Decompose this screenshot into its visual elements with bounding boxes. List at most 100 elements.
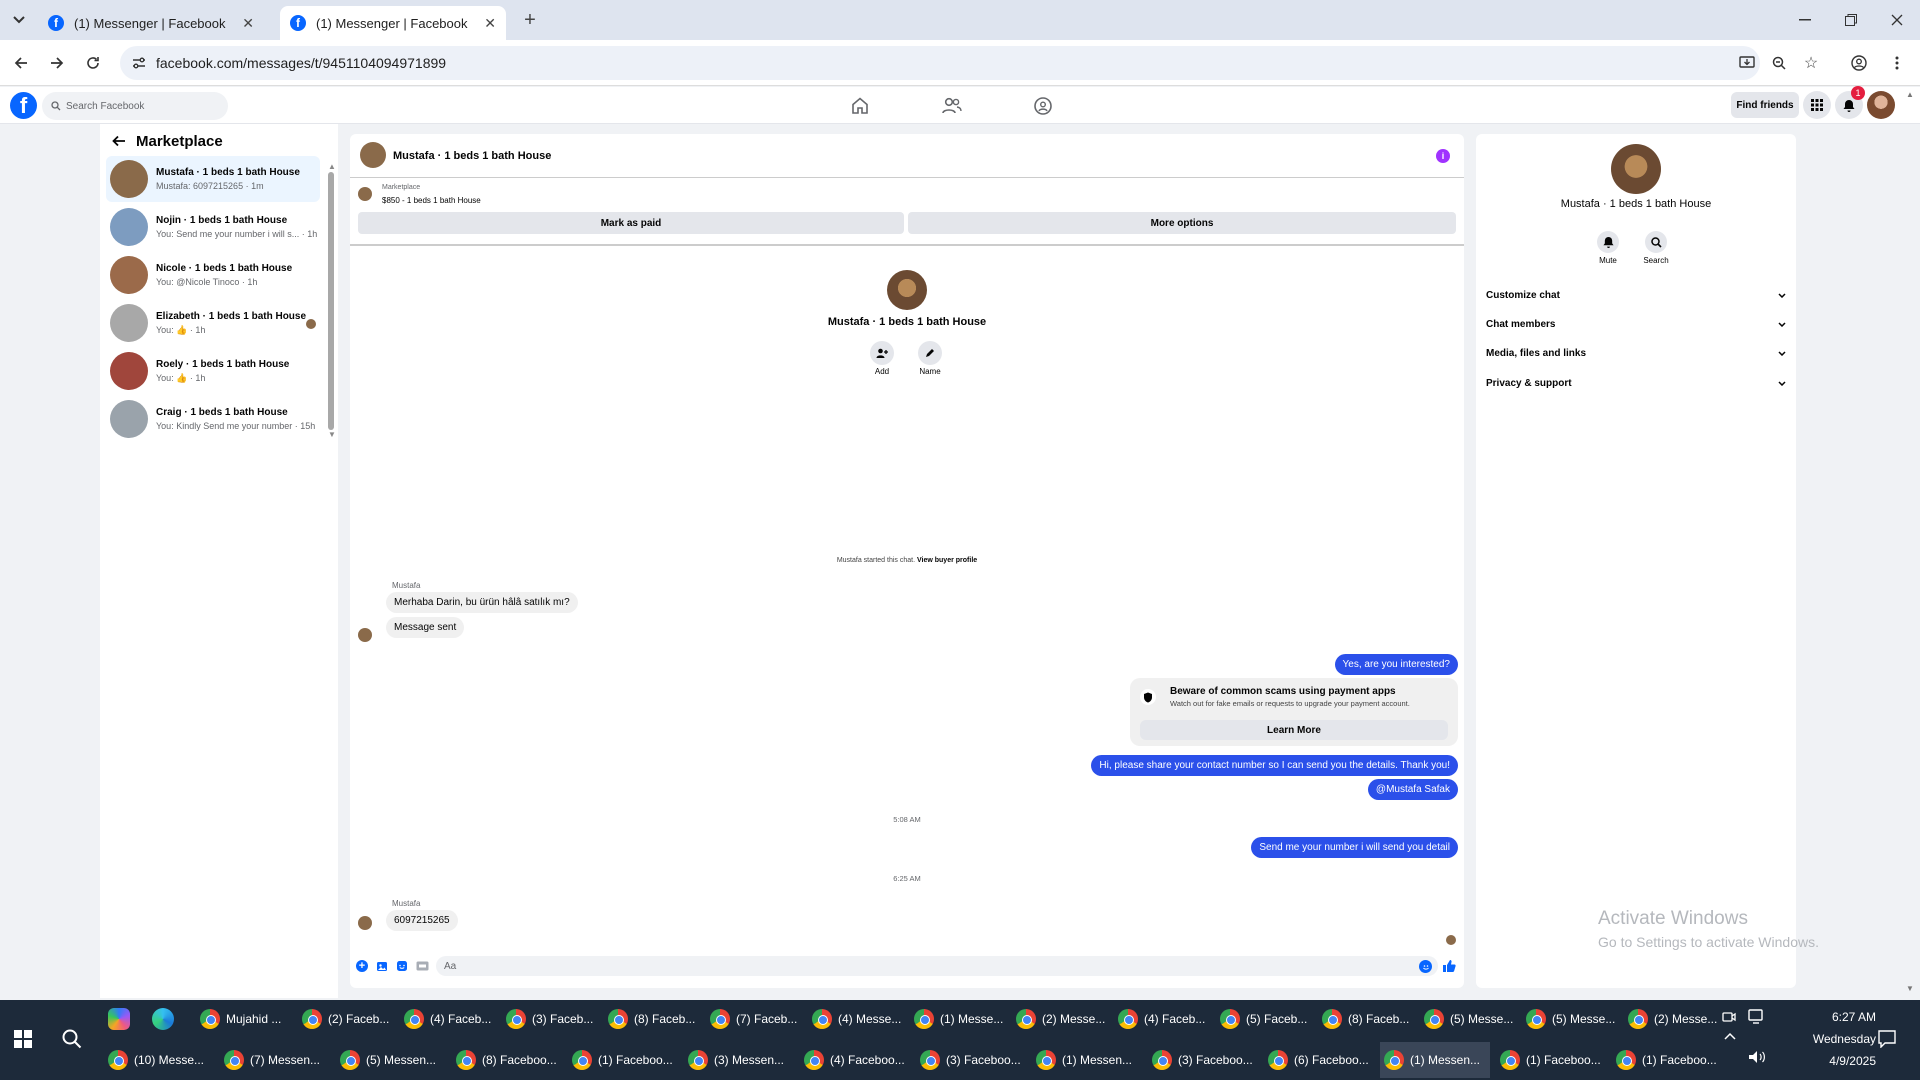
conversation-item-nicole[interactable]: Nicole · 1 beds 1 bath House You: @Nicole… — [106, 252, 320, 298]
profile-icon[interactable] — [1848, 52, 1870, 74]
learn-more-button[interactable]: Learn More — [1140, 720, 1448, 740]
taskbar-window-button[interactable]: (2) Messe... — [1012, 1001, 1108, 1037]
copilot-icon[interactable] — [108, 1008, 130, 1030]
page-scroll-down-icon[interactable]: ▼ — [1906, 984, 1914, 993]
bookmark-star-icon[interactable]: ☆ — [1800, 52, 1822, 74]
add-person-icon[interactable] — [870, 341, 894, 365]
emoji-icon[interactable] — [1419, 960, 1432, 973]
facebook-search-input[interactable]: Search Facebook — [42, 92, 228, 120]
conversation-item-mustafa[interactable]: Mustafa · 1 beds 1 bath House Mustafa: 60… — [106, 156, 320, 202]
image-attach-icon[interactable] — [376, 960, 388, 972]
account-avatar[interactable] — [1867, 91, 1895, 119]
tray-chevron-up-icon[interactable] — [1724, 1032, 1736, 1040]
chat-header-avatar[interactable] — [360, 142, 386, 168]
incoming-message[interactable]: 6097215265 — [386, 910, 458, 931]
chat-header-title[interactable]: Mustafa · 1 beds 1 bath House — [393, 150, 551, 162]
taskbar-window-button[interactable]: (4) Faceb... — [400, 1001, 496, 1037]
sender-avatar[interactable] — [358, 916, 372, 930]
media-files-links-section[interactable]: Media, files and links — [1486, 343, 1786, 363]
address-bar[interactable]: facebook.com/messages/t/9451104094971899 — [120, 46, 1760, 80]
find-friends-button[interactable]: Find friends — [1731, 92, 1799, 118]
taskbar-window-button[interactable]: (5) Messe... — [1420, 1001, 1516, 1037]
browser-menu-icon[interactable] — [1886, 52, 1908, 74]
install-app-icon[interactable] — [1736, 52, 1758, 74]
site-settings-icon[interactable] — [132, 56, 146, 70]
customize-chat-section[interactable]: Customize chat — [1486, 285, 1786, 305]
scroll-up-icon[interactable]: ▲ — [328, 162, 336, 171]
taskbar-window-button[interactable]: (3) Faceboo... — [916, 1042, 1026, 1078]
outgoing-mention-message[interactable]: @Mustafa Safak — [1367, 779, 1458, 800]
search-in-chat-icon[interactable] — [1645, 231, 1667, 253]
taskbar-window-button[interactable]: (4) Faceboo... — [800, 1042, 910, 1078]
privacy-support-section[interactable]: Privacy & support — [1486, 373, 1786, 393]
menu-grid-icon[interactable] — [1803, 91, 1831, 119]
clock-time[interactable]: 6:27 AM — [1786, 1010, 1876, 1024]
profile-avatar[interactable] — [887, 270, 927, 310]
groups-icon[interactable] — [1034, 97, 1052, 115]
notification-center-icon[interactable] — [1878, 1030, 1896, 1048]
zoom-icon[interactable] — [1768, 52, 1790, 74]
taskbar-window-button[interactable]: (1) Messen... — [1380, 1042, 1490, 1078]
listing-avatar[interactable] — [358, 187, 372, 201]
forward-icon[interactable] — [46, 52, 68, 74]
back-icon[interactable] — [10, 52, 32, 74]
more-options-button[interactable]: More options — [908, 212, 1456, 234]
taskbar-window-button[interactable]: (7) Faceb... — [706, 1001, 802, 1037]
page-scroll-up-icon[interactable]: ▲ — [1906, 90, 1914, 99]
outgoing-message[interactable]: Hi, please share your contact number so … — [1091, 755, 1458, 776]
tray-meet-icon[interactable] — [1722, 1010, 1736, 1024]
taskbar-window-button[interactable]: (2) Messe... — [1624, 1001, 1720, 1037]
home-icon[interactable] — [851, 97, 869, 114]
taskbar-window-button[interactable]: (3) Faceboo... — [1148, 1042, 1258, 1078]
incoming-message[interactable]: Merhaba Darin, bu ürün hâlâ satılık mı? — [386, 592, 578, 613]
sender-avatar[interactable] — [358, 628, 372, 642]
conversation-item-nojin[interactable]: Nojin · 1 beds 1 bath House You: Send me … — [106, 204, 320, 250]
mark-as-paid-button[interactable]: Mark as paid — [358, 212, 904, 234]
taskbar-window-button[interactable]: Mujahid ... — [196, 1001, 292, 1037]
scrollbar-thumb[interactable] — [328, 172, 334, 430]
conversation-item-roely[interactable]: Roely · 1 beds 1 bath House You: 👍 · 1h — [106, 348, 320, 394]
mute-bell-icon[interactable] — [1597, 231, 1619, 253]
incoming-message[interactable]: Message sent — [386, 617, 465, 638]
taskbar-window-button[interactable]: (8) Faceb... — [604, 1001, 700, 1037]
taskbar-window-button[interactable]: (4) Faceb... — [1114, 1001, 1210, 1037]
outgoing-message[interactable]: Send me your number i will send you deta… — [1251, 837, 1458, 858]
taskbar-window-button[interactable]: (5) Messen... — [336, 1042, 446, 1078]
close-tab-icon[interactable]: ✕ — [484, 15, 496, 32]
minimize-icon[interactable] — [1794, 9, 1816, 31]
chat-info-icon[interactable]: i — [1436, 149, 1450, 163]
taskbar-window-button[interactable]: (1) Messen... — [1032, 1042, 1142, 1078]
taskbar-window-button[interactable]: (1) Faceboo... — [568, 1042, 678, 1078]
facebook-logo-icon[interactable]: f — [10, 92, 37, 119]
tray-network-icon[interactable] — [1748, 1008, 1766, 1024]
taskbar-window-button[interactable]: (10) Messe... — [104, 1042, 214, 1078]
edge-browser-icon[interactable] — [152, 1008, 174, 1030]
new-tab-icon[interactable]: + — [519, 9, 541, 31]
volume-icon[interactable] — [1748, 1050, 1766, 1064]
taskbar-window-button[interactable]: (1) Messe... — [910, 1001, 1006, 1037]
friends-icon[interactable] — [942, 97, 962, 114]
taskbar-window-button[interactable]: (3) Messen... — [684, 1042, 794, 1078]
browser-tab-1[interactable]: f (1) Messenger | Facebook ✕ — [38, 6, 264, 40]
conversation-scrollbar[interactable]: ▲ ▼ — [327, 160, 336, 552]
taskbar-window-button[interactable]: (1) Faceboo... — [1612, 1042, 1722, 1078]
scroll-down-icon[interactable]: ▼ — [328, 430, 336, 439]
taskbar-window-button[interactable]: (7) Messen... — [220, 1042, 330, 1078]
view-buyer-profile-link[interactable]: View buyer profile — [917, 557, 977, 564]
sticker-icon[interactable] — [396, 960, 408, 972]
restore-icon[interactable] — [1840, 9, 1862, 31]
message-input[interactable]: Aa — [436, 956, 1438, 976]
browser-tab-2-active[interactable]: f (1) Messenger | Facebook ✕ — [280, 6, 506, 40]
windows-start-icon[interactable] — [14, 1030, 32, 1048]
taskbar-window-button[interactable]: (2) Faceb... — [298, 1001, 394, 1037]
taskbar-window-button[interactable]: (8) Faceboo... — [452, 1042, 562, 1078]
taskbar-window-button[interactable]: (3) Faceb... — [502, 1001, 598, 1037]
edit-name-pencil-icon[interactable] — [918, 341, 942, 365]
taskbar-search-icon[interactable] — [62, 1029, 82, 1049]
listing-title[interactable]: $850 - 1 beds 1 bath House — [382, 196, 481, 205]
taskbar-window-button[interactable]: (6) Faceboo... — [1264, 1042, 1374, 1078]
details-avatar[interactable] — [1611, 144, 1661, 194]
taskbar-window-button[interactable]: (5) Faceb... — [1216, 1001, 1312, 1037]
gif-icon[interactable] — [416, 960, 429, 972]
conversation-item-elizabeth[interactable]: Elizabeth · 1 beds 1 bath House You: 👍 · … — [106, 300, 320, 346]
